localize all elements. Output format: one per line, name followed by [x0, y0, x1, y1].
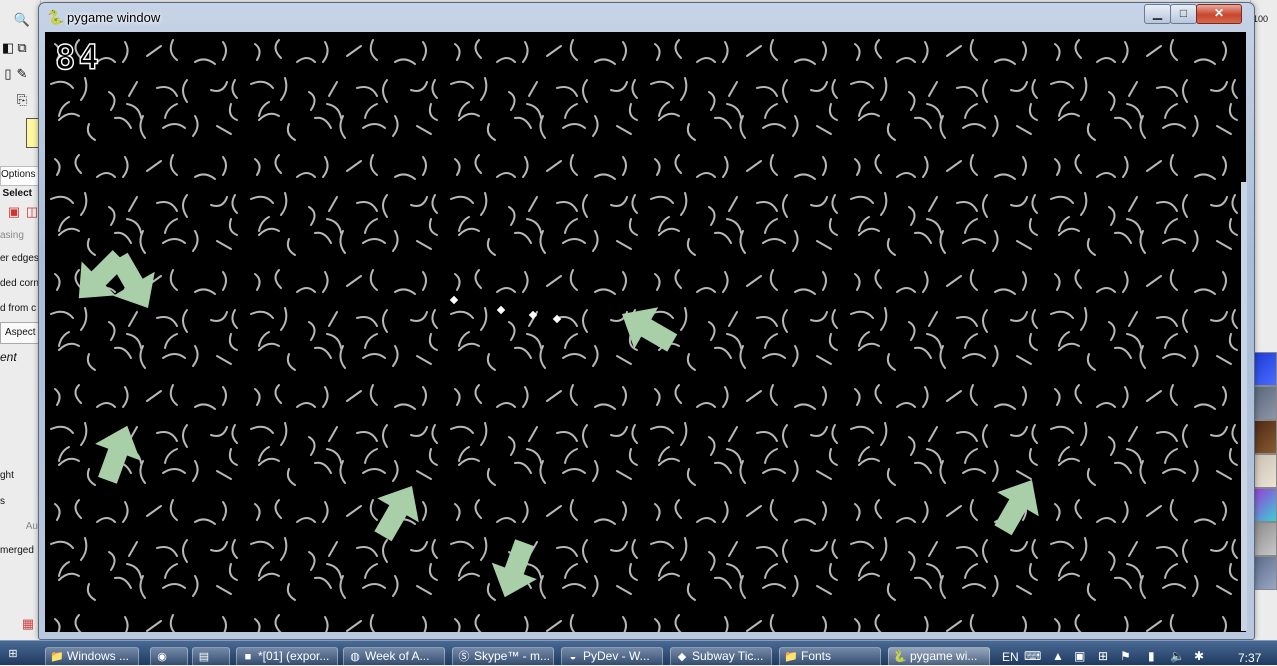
right-edge-value: 100 [1253, 14, 1269, 24]
taskbar-item-label: *[01] (expor... [258, 649, 330, 663]
sample-merged-label: merged [0, 545, 34, 556]
pattern-swatch-metal[interactable] [1253, 556, 1277, 590]
system-tray: EN ⌨ ▲ ▣ ⊞ ⚑ ▮ 🔈 ✱ 7:37 [1000, 641, 1277, 665]
folder-icon: 📁 [784, 651, 798, 663]
volume-icon[interactable]: 🔈 [1170, 649, 1185, 663]
start-button[interactable]: ⊞ [2, 645, 32, 663]
taskbar-item-active[interactable]: 🐍 pygame wi... [888, 647, 990, 666]
rounded-corners-label: ded corn [0, 278, 39, 289]
aspect-button[interactable]: Aspect [0, 322, 40, 344]
window-scrollbar[interactable] [1241, 182, 1247, 631]
taskbar-item[interactable]: ◒ PyDev - W... [561, 647, 663, 666]
blender-icon: ◉ [157, 651, 167, 663]
taskbar: ⊞ 📁 Windows ... ◉ ▤ ■ *[01] (expor... ◍ Wee… [0, 640, 1277, 666]
maximize-button[interactable]: □ [1170, 4, 1197, 24]
enemy-arrow [374, 486, 419, 542]
antialiasing-label: asing [0, 230, 24, 241]
enemy-arrow [622, 307, 678, 352]
select-label: Select [2, 188, 32, 199]
taskbar-item-label: PyDev - W... [583, 649, 650, 663]
zoom-tool-icon[interactable]: 🔍 [14, 12, 30, 28]
enemy-arrow [491, 539, 537, 598]
clock[interactable]: 7:37 [1238, 651, 1261, 665]
taskbar-item[interactable]: 📁 Fonts [779, 647, 881, 666]
folder-icon: 📁 [50, 651, 64, 663]
taskbar-item[interactable]: ◉ [150, 647, 188, 666]
taskbar-item-label: pygame wi... [910, 649, 978, 663]
taskbar-item-label: Subway Tic... [692, 649, 764, 663]
document-icon: ▤ [198, 651, 210, 663]
expand-from-center-label: d from c [0, 303, 37, 314]
bullet [528, 310, 538, 320]
window-title: pygame window [67, 10, 161, 25]
pattern-swatch-rainbow[interactable] [1253, 488, 1277, 522]
tray-app-icon[interactable]: ▣ [1074, 649, 1085, 663]
pygame-window: 🐍 pygame window ▁ □ ✕ 84 [38, 2, 1255, 640]
title-bar[interactable]: 🐍 pygame window ▁ □ ✕ [39, 3, 1254, 31]
keyboard-icon[interactable]: ⌨ [1024, 649, 1041, 663]
pygame-snake-icon: 🐍 [47, 9, 65, 25]
highlight-label: ght [0, 470, 14, 481]
options-tab[interactable]: Options [0, 166, 40, 186]
pattern-swatch-blue[interactable] [1253, 352, 1277, 386]
eclipse-icon: ◒ [569, 651, 577, 663]
taskbar-item[interactable]: Ⓢ Skype™ - m... [452, 647, 554, 666]
taskbar-item-label: Fonts [801, 649, 832, 663]
skype-icon: Ⓢ [458, 651, 470, 663]
action-center-icon[interactable]: ⚑ [1120, 649, 1131, 663]
score-display: 84 [54, 37, 102, 78]
language-indicator[interactable]: EN [1002, 650, 1019, 664]
close-button[interactable]: ✕ [1196, 4, 1242, 24]
clone-tool-icon[interactable]: ⎘ [14, 92, 30, 108]
pencil-tool-icon[interactable]: ✎ [14, 66, 30, 82]
taskbar-item-label: Week of A... [365, 649, 430, 663]
taskbar-item[interactable]: ◍ Week of A... [343, 647, 445, 666]
bullet [552, 314, 562, 324]
tray-utility-icon[interactable]: ✱ [1194, 649, 1204, 663]
selection-mode-icon[interactable]: ▣ [6, 204, 22, 220]
firefox-icon: ◍ [350, 651, 360, 663]
taskbar-item[interactable]: 📁 Windows ... [45, 647, 139, 666]
enemy-arrow [994, 480, 1039, 536]
transform-tool-icon[interactable]: ⧉ [14, 40, 30, 56]
network-icon[interactable]: ▮ [1148, 649, 1155, 663]
feather-edges-label: er edges [0, 253, 39, 264]
guides-label: s [0, 496, 5, 507]
pattern-swatch-gray[interactable] [1253, 386, 1277, 420]
taskbar-item[interactable]: ■ *[01] (expor... [236, 647, 338, 666]
pattern-swatch-paper[interactable] [1253, 454, 1277, 488]
app-icon: ◆ [677, 651, 687, 663]
game-canvas[interactable]: 84 [45, 32, 1246, 632]
show-hidden-icons-icon[interactable]: ▲ [1052, 649, 1064, 663]
reset-icon[interactable]: ▦ [20, 616, 36, 632]
enemy-arrow [95, 425, 141, 484]
auto-shrink-label: Au [25, 521, 38, 532]
windows-flag-icon[interactable]: ⊞ [1098, 649, 1108, 663]
taskbar-item-label: Skype™ - m... [474, 649, 551, 663]
bullet [449, 295, 459, 305]
bullet [496, 305, 506, 315]
minimize-button[interactable]: ▁ [1144, 4, 1171, 24]
fixed-label: ent [0, 350, 17, 364]
sprite-layer [78, 250, 1039, 598]
pygame-snake-icon: 🐍 [893, 651, 907, 663]
taskbar-item[interactable]: ◆ Subway Tic... [670, 647, 772, 666]
pattern-swatch-brown[interactable] [1253, 420, 1277, 454]
taskbar-item-label: Windows ... [67, 649, 130, 663]
background-app-panel: 🔍 ◧ ⧉ ▯ ✎ ⎘ Options Select ▣ ◫ asing er … [0, 0, 41, 640]
gimp-icon: ■ [244, 651, 252, 663]
taskbar-item[interactable]: ▤ [192, 647, 230, 666]
windows-logo-icon: ⊞ [8, 648, 18, 660]
pattern-swatch-stone[interactable] [1253, 522, 1277, 556]
